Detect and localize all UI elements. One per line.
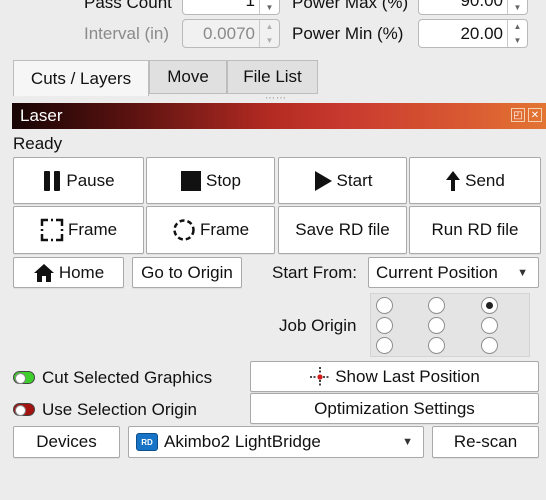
- laser-status: Ready: [13, 134, 63, 153]
- pass-count-label: Pass Count: [84, 0, 172, 12]
- chevron-down-icon: ▼: [517, 266, 528, 279]
- devices-button[interactable]: Devices: [13, 426, 120, 458]
- laser-panel-titlebar: Laser ◰ ✕: [12, 103, 546, 129]
- device-dropdown[interactable]: RD Akimbo2 LightBridge ▼: [128, 426, 424, 458]
- origin-radio-bottom-center[interactable]: [428, 337, 445, 354]
- start-button[interactable]: Start: [278, 157, 407, 204]
- interval-label: Interval (in): [84, 24, 170, 43]
- cut-selected-label: Cut Selected Graphics: [42, 368, 213, 387]
- power-min-value: 20.00: [460, 23, 503, 43]
- origin-radio-center[interactable]: [428, 317, 445, 334]
- frame-circle-label: Frame: [199, 220, 250, 239]
- laser-panel-title: Laser: [20, 106, 63, 125]
- pass-count-spinner[interactable]: 1 ▲▼: [182, 0, 280, 15]
- origin-radio-middle-right[interactable]: [481, 317, 498, 334]
- float-panel-icon[interactable]: ◰: [511, 108, 525, 122]
- interval-spinner: 0.0070 ▲ ▼: [182, 19, 280, 48]
- frame-circle-button[interactable]: Frame: [146, 206, 275, 254]
- origin-radio-bottom-right[interactable]: [481, 337, 498, 354]
- save-rd-file-button[interactable]: Save RD file: [278, 206, 407, 254]
- rescan-button[interactable]: Re-scan: [432, 426, 539, 458]
- power-min-spinner[interactable]: 20.00 ▲ ▼: [418, 19, 528, 48]
- rd-device-logo-icon: RD: [136, 433, 158, 451]
- power-max-value: 90.00: [460, 0, 503, 10]
- start-from-value: Current Position: [376, 262, 498, 282]
- start-from-label: Start From:: [272, 263, 358, 282]
- pause-icon: [42, 170, 62, 192]
- devices-label: Devices: [36, 432, 97, 451]
- spinner-arrows-icon[interactable]: ▲▼: [507, 0, 527, 14]
- crosshair-icon: [309, 366, 331, 388]
- rescan-label: Re-scan: [453, 432, 518, 451]
- spinner-arrows-icon[interactable]: ▲▼: [259, 0, 279, 14]
- run-rd-file-button[interactable]: Run RD file: [409, 206, 541, 254]
- use-selection-origin-toggle[interactable]: [13, 403, 35, 416]
- send-label: Send: [465, 170, 505, 190]
- frame-circle-icon: [172, 218, 196, 242]
- pause-label: Pause: [66, 170, 115, 190]
- frame-label: Frame: [67, 220, 118, 239]
- run-rd-file-label: Run RD file: [431, 220, 519, 239]
- origin-radio-top-center[interactable]: [428, 297, 445, 314]
- optimization-settings-button[interactable]: Optimization Settings: [250, 393, 539, 424]
- frame-square-icon: [40, 218, 64, 242]
- home-icon: [33, 263, 55, 283]
- origin-radio-middle-left[interactable]: [376, 317, 393, 334]
- power-max-label: Power Max (%): [292, 0, 409, 12]
- chevron-down-icon: ▼: [402, 436, 413, 448]
- power-max-spinner[interactable]: 90.00 ▲▼: [418, 0, 528, 15]
- interval-value: 0.0070: [203, 23, 255, 43]
- origin-radio-bottom-left[interactable]: [376, 337, 393, 354]
- origin-radio-top-left[interactable]: [376, 297, 393, 314]
- tab-label: Cuts / Layers: [30, 68, 132, 88]
- show-last-position-button[interactable]: Show Last Position: [250, 361, 539, 392]
- stop-label: Stop: [206, 170, 241, 190]
- close-panel-icon[interactable]: ✕: [528, 108, 542, 122]
- tab-move[interactable]: Move: [149, 60, 227, 94]
- tab-cuts-layers[interactable]: Cuts / Layers: [13, 60, 149, 96]
- origin-radio-top-right[interactable]: [481, 297, 498, 314]
- job-origin-label: Job Origin: [279, 316, 357, 335]
- show-last-position-label: Show Last Position: [335, 366, 480, 386]
- use-selection-label: Use Selection Origin: [42, 400, 197, 419]
- home-label: Home: [58, 262, 105, 282]
- frame-button[interactable]: Frame: [13, 206, 144, 254]
- go-to-origin-label: Go to Origin: [141, 262, 233, 282]
- send-button[interactable]: Send: [409, 157, 541, 204]
- power-min-label: Power Min (%): [292, 24, 404, 43]
- tab-file-list[interactable]: File List: [227, 60, 318, 94]
- pause-button[interactable]: Pause: [13, 157, 144, 204]
- save-rd-file-label: Save RD file: [295, 220, 390, 239]
- tab-label: File List: [243, 67, 302, 86]
- stop-button[interactable]: Stop: [146, 157, 275, 204]
- upload-arrow-icon: [445, 170, 461, 192]
- pass-count-value: 1: [245, 0, 255, 10]
- job-origin-grid: [370, 293, 530, 357]
- cut-selected-toggle[interactable]: [13, 371, 35, 384]
- spinner-arrows-icon: ▲ ▼: [259, 20, 279, 47]
- device-value: Akimbo2 LightBridge: [164, 432, 321, 451]
- play-icon: [313, 170, 333, 192]
- optimization-settings-label: Optimization Settings: [314, 398, 475, 418]
- spinner-arrows-icon[interactable]: ▲▼: [507, 20, 527, 47]
- go-to-origin-button[interactable]: Go to Origin: [132, 257, 242, 288]
- start-from-dropdown[interactable]: Current Position ▼: [368, 257, 539, 288]
- tab-label: Move: [167, 67, 209, 86]
- stop-icon: [180, 170, 202, 192]
- home-button[interactable]: Home: [13, 257, 124, 288]
- start-label: Start: [336, 170, 373, 190]
